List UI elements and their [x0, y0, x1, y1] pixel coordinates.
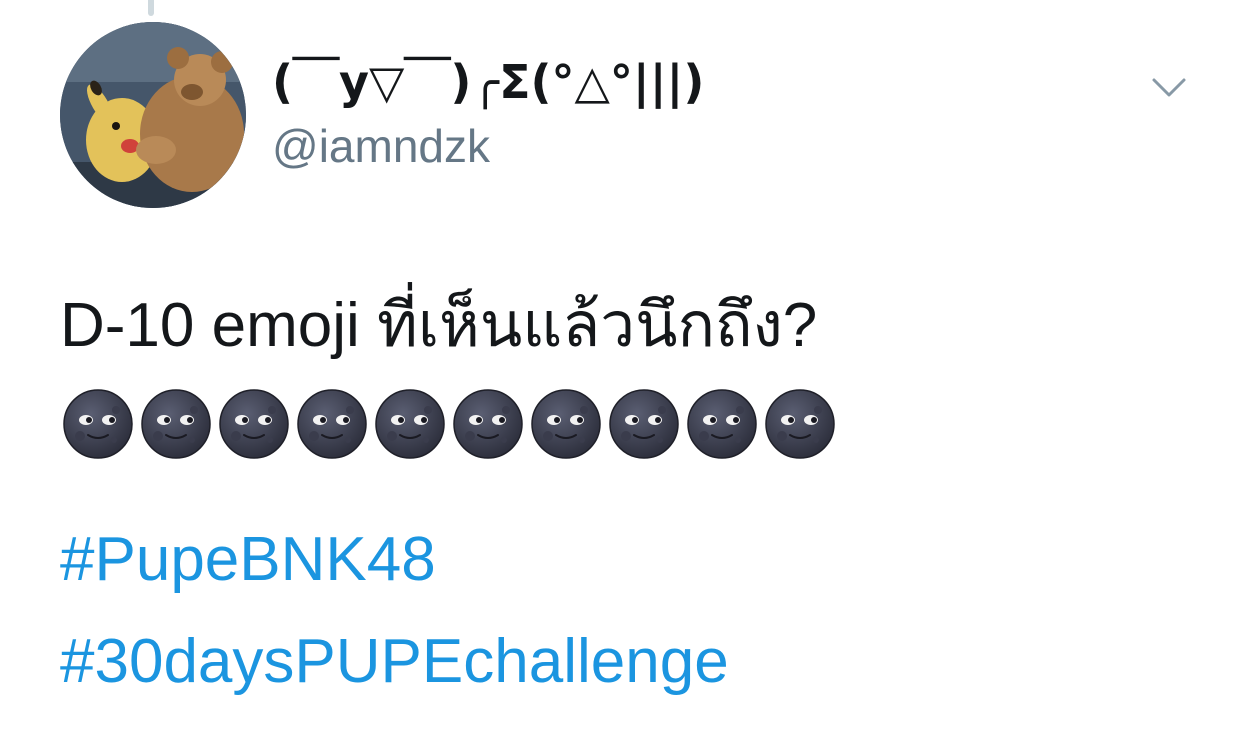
- new-moon-face-icon: [219, 389, 289, 459]
- new-moon-face-icon: [765, 389, 835, 459]
- user-handle[interactable]: @iamndzk: [272, 116, 490, 176]
- hashtag-link-30dayspupechallenge[interactable]: #30daysPUPEchallenge: [60, 620, 729, 704]
- new-moon-face-icon: [375, 389, 445, 459]
- new-moon-face-icon: [453, 389, 523, 459]
- new-moon-face-icon: [687, 389, 757, 459]
- new-moon-face-icon: [297, 389, 367, 459]
- new-moon-face-icon: [63, 389, 133, 459]
- tweet-text: D-10 emoji ที่เห็นแล้วนึกถึง?: [60, 291, 818, 360]
- avatar[interactable]: [60, 22, 246, 208]
- thread-connector-line: [148, 0, 154, 16]
- chevron-down-icon[interactable]: [1150, 68, 1188, 106]
- emoji-row: [62, 388, 836, 462]
- display-name[interactable]: (￣y▽￣)╭Σ(°△°|||): [272, 50, 704, 114]
- avatar-image: [60, 22, 246, 208]
- new-moon-face-icon: [609, 389, 679, 459]
- new-moon-face-icon: [141, 389, 211, 459]
- hashtag-link-pupebnk48[interactable]: #PupeBNK48: [60, 518, 436, 602]
- new-moon-face-icon: [531, 389, 601, 459]
